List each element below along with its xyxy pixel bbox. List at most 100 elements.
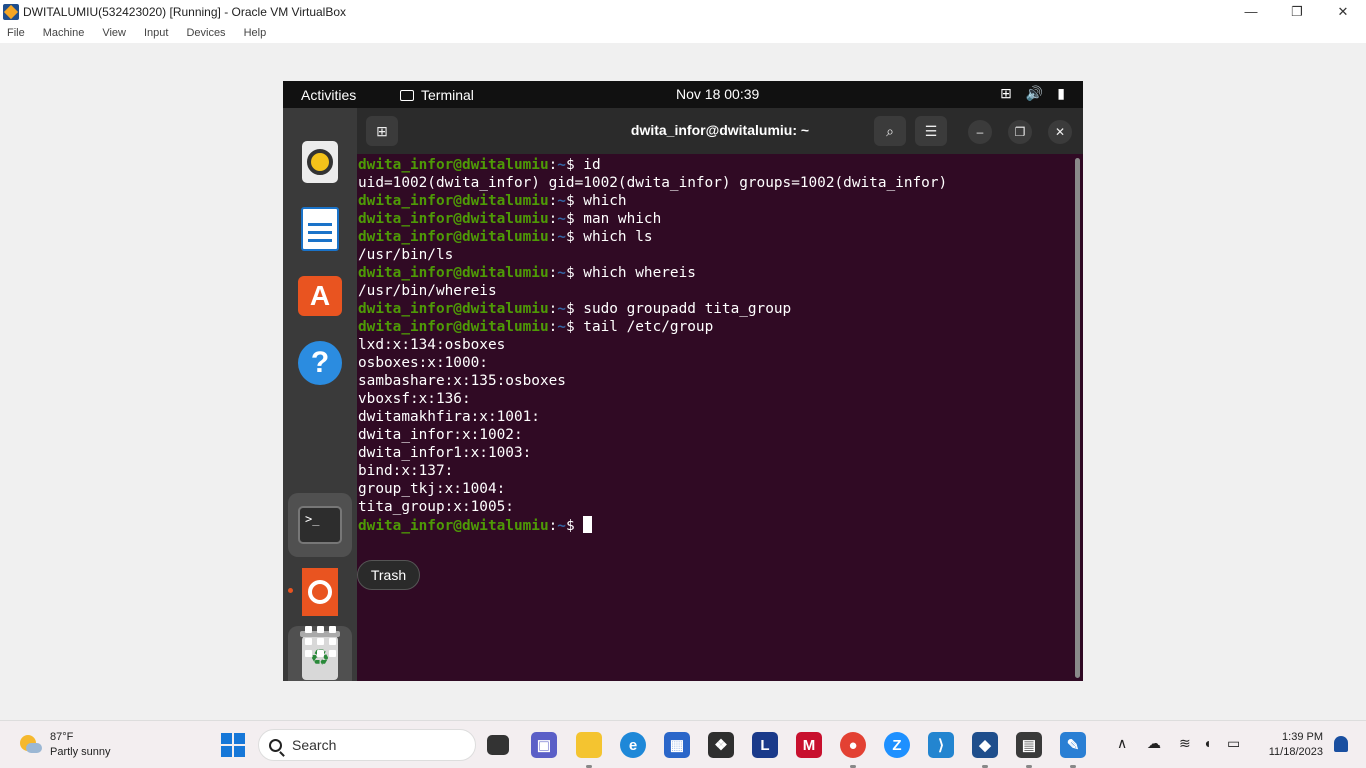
output-line: group_tkj:x:1004: bbox=[358, 481, 506, 497]
command-text: tail /etc/group bbox=[583, 319, 714, 335]
l-app-icon[interactable]: L bbox=[752, 732, 778, 758]
menu-devices[interactable]: Devices bbox=[186, 27, 225, 39]
dock-libreoffice-writer[interactable] bbox=[288, 197, 352, 261]
dock-rhythmbox[interactable] bbox=[288, 130, 352, 194]
prompt-line: dwita_infor@dwitalumiu:~$ bbox=[358, 516, 1073, 534]
dock-help[interactable]: ? bbox=[288, 331, 352, 395]
vbox-titlebar: DWITALUMIU(532423020) [Running] - Oracle… bbox=[0, 0, 1366, 23]
zoom-icon[interactable]: Z bbox=[884, 732, 910, 758]
prompt-user-host: dwita_infor@dwitalumiu bbox=[358, 301, 549, 317]
terminal-headerbar: ⊞ dwita_infor@dwitalumiu: ~ ⌕ ☰ – ❐ ✕ bbox=[357, 108, 1083, 154]
output-line: lxd:x:134:osboxes bbox=[358, 337, 506, 353]
prompt-user-host: dwita_infor@dwitalumiu bbox=[358, 211, 549, 227]
close-button[interactable]: ✕ bbox=[1320, 0, 1366, 23]
terminal-scrollbar[interactable] bbox=[1075, 158, 1080, 678]
chevron-up-icon[interactable]: ∧ bbox=[1117, 735, 1127, 752]
minimize-icon: – bbox=[976, 125, 984, 139]
prompt-line: dwita_infor@dwitalumiu:~$ which whereis bbox=[358, 265, 696, 281]
hamburger-icon: ☰ bbox=[924, 122, 938, 139]
mcafee-icon[interactable]: M bbox=[796, 732, 822, 758]
prompt-path: ~ bbox=[557, 265, 566, 281]
command-text: man which bbox=[583, 211, 662, 227]
system-tray[interactable]: ⊞ 🔊 ▮ bbox=[1000, 85, 1065, 102]
dock-terminal[interactable]: >_ bbox=[288, 493, 352, 557]
vscode-icon[interactable]: ⟩ bbox=[928, 732, 954, 758]
edge-icon[interactable]: e bbox=[620, 732, 646, 758]
command-text: which bbox=[583, 193, 627, 209]
prompt-path: ~ bbox=[557, 229, 566, 245]
terminal-icon: >_ bbox=[298, 506, 342, 544]
vbox-menubar: File Machine View Input Devices Help bbox=[0, 23, 1366, 43]
text-cursor bbox=[583, 516, 593, 533]
search-placeholder: Search bbox=[292, 737, 337, 753]
wifi-icon[interactable]: ≋ bbox=[1179, 735, 1191, 752]
battery-icon: ▮ bbox=[1057, 85, 1065, 101]
chrome-icon[interactable]: ● bbox=[840, 732, 866, 758]
partly-sunny-icon bbox=[18, 733, 42, 757]
taskbar-search[interactable]: Search bbox=[258, 729, 476, 761]
taskbar-time: 1:39 PM bbox=[1282, 731, 1323, 743]
output-line: vboxsf:x:136: bbox=[358, 391, 471, 407]
menu-machine[interactable]: Machine bbox=[43, 27, 85, 39]
virtualbox-taskbar-icon[interactable]: ◆ bbox=[972, 732, 998, 758]
weather-widget[interactable]: 87°F Partly sunny bbox=[18, 730, 111, 760]
prompt-line: dwita_infor@dwitalumiu:~$ which ls bbox=[358, 229, 653, 245]
prompt-path: ~ bbox=[557, 319, 566, 335]
paint-app-icon[interactable]: ✎ bbox=[1060, 732, 1086, 758]
microsoft-store-icon[interactable]: ▦ bbox=[664, 732, 690, 758]
onedrive-icon[interactable]: ☁ bbox=[1147, 735, 1161, 752]
notification-bell-icon[interactable] bbox=[1334, 736, 1348, 752]
dock-ubuntu-software[interactable]: A bbox=[288, 264, 352, 328]
weather-temp: 87°F bbox=[50, 731, 74, 743]
start-button[interactable] bbox=[221, 733, 245, 757]
hamburger-menu-button[interactable]: ☰ bbox=[915, 116, 947, 146]
search-button[interactable]: ⌕ bbox=[874, 116, 906, 146]
terminal-close-button[interactable]: ✕ bbox=[1048, 120, 1072, 144]
menu-view[interactable]: View bbox=[102, 27, 126, 39]
terminal-maximize-button[interactable]: ❐ bbox=[1008, 120, 1032, 144]
volume-icon: 🔊 bbox=[1025, 85, 1044, 101]
network-icon: ⊞ bbox=[1000, 85, 1012, 101]
menu-file[interactable]: File bbox=[7, 27, 25, 39]
terminal-output[interactable]: dwita_infor@dwitalumiu:~$ id uid=1002(dwi… bbox=[358, 156, 1073, 681]
prompt-line: dwita_infor@dwitalumiu:~$ which bbox=[358, 193, 627, 209]
help-icon: ? bbox=[298, 341, 342, 385]
vm-app-icon[interactable]: ▤ bbox=[1016, 732, 1042, 758]
prompt-user-host: dwita_infor@dwitalumiu bbox=[358, 193, 549, 209]
command-text: sudo groupadd tita_group bbox=[583, 301, 792, 317]
prompt-user-host: dwita_infor@dwitalumiu bbox=[358, 518, 549, 534]
output-line: tita_group:x:1005: bbox=[358, 499, 514, 515]
terminal-minimize-button[interactable]: – bbox=[968, 120, 992, 144]
vm-screen[interactable]: Activities Terminal Nov 18 00:39 ⊞ 🔊 ▮ A bbox=[283, 81, 1083, 681]
restore-button[interactable]: ❐ bbox=[1274, 0, 1320, 23]
output-line: uid=1002(dwita_infor) gid=1002(dwita_inf… bbox=[358, 175, 948, 191]
minimize-button[interactable]: — bbox=[1228, 0, 1274, 23]
battery-icon[interactable]: ▭ bbox=[1227, 735, 1240, 752]
task-view-icon[interactable] bbox=[487, 735, 509, 755]
prompt-path: ~ bbox=[557, 211, 566, 227]
virtualbox-icon bbox=[3, 3, 19, 20]
prompt-user-host: dwita_infor@dwitalumiu bbox=[358, 319, 549, 335]
teams-chat-icon[interactable]: ▣ bbox=[531, 732, 557, 758]
terminal-window[interactable]: ⊞ dwita_infor@dwitalumiu: ~ ⌕ ☰ – ❐ ✕ dw… bbox=[357, 108, 1083, 681]
taskbar-clock[interactable]: 1:39 PM 11/18/2023 bbox=[1269, 730, 1323, 760]
close-icon: ✕ bbox=[1054, 125, 1066, 139]
prompt-path: ~ bbox=[557, 301, 566, 317]
output-line: dwitamakhfira:x:1001: bbox=[358, 409, 540, 425]
terminal-small-icon bbox=[400, 89, 414, 101]
show-apps-button[interactable] bbox=[288, 609, 352, 673]
app-menu-terminal[interactable]: Terminal bbox=[400, 87, 474, 103]
search-icon: ⌕ bbox=[886, 122, 894, 139]
prompt-line: dwita_infor@dwitalumiu:~$ id bbox=[358, 157, 601, 173]
prompt-user-host: dwita_infor@dwitalumiu bbox=[358, 157, 549, 173]
dropbox-icon[interactable]: ❖ bbox=[708, 732, 734, 758]
menu-input[interactable]: Input bbox=[144, 27, 168, 39]
speaker-icon[interactable]: ◖ bbox=[1203, 735, 1211, 751]
output-line: osboxes:x:1000: bbox=[358, 355, 488, 371]
activities-button[interactable]: Activities bbox=[301, 87, 356, 103]
windows-taskbar: 87°F Partly sunny Search ▣ e ▦ ❖ L M ● Z… bbox=[0, 720, 1366, 768]
gnome-clock[interactable]: Nov 18 00:39 bbox=[676, 86, 759, 102]
file-explorer-icon[interactable] bbox=[576, 732, 602, 758]
app-menu-label: Terminal bbox=[421, 87, 474, 103]
menu-help[interactable]: Help bbox=[244, 27, 267, 39]
